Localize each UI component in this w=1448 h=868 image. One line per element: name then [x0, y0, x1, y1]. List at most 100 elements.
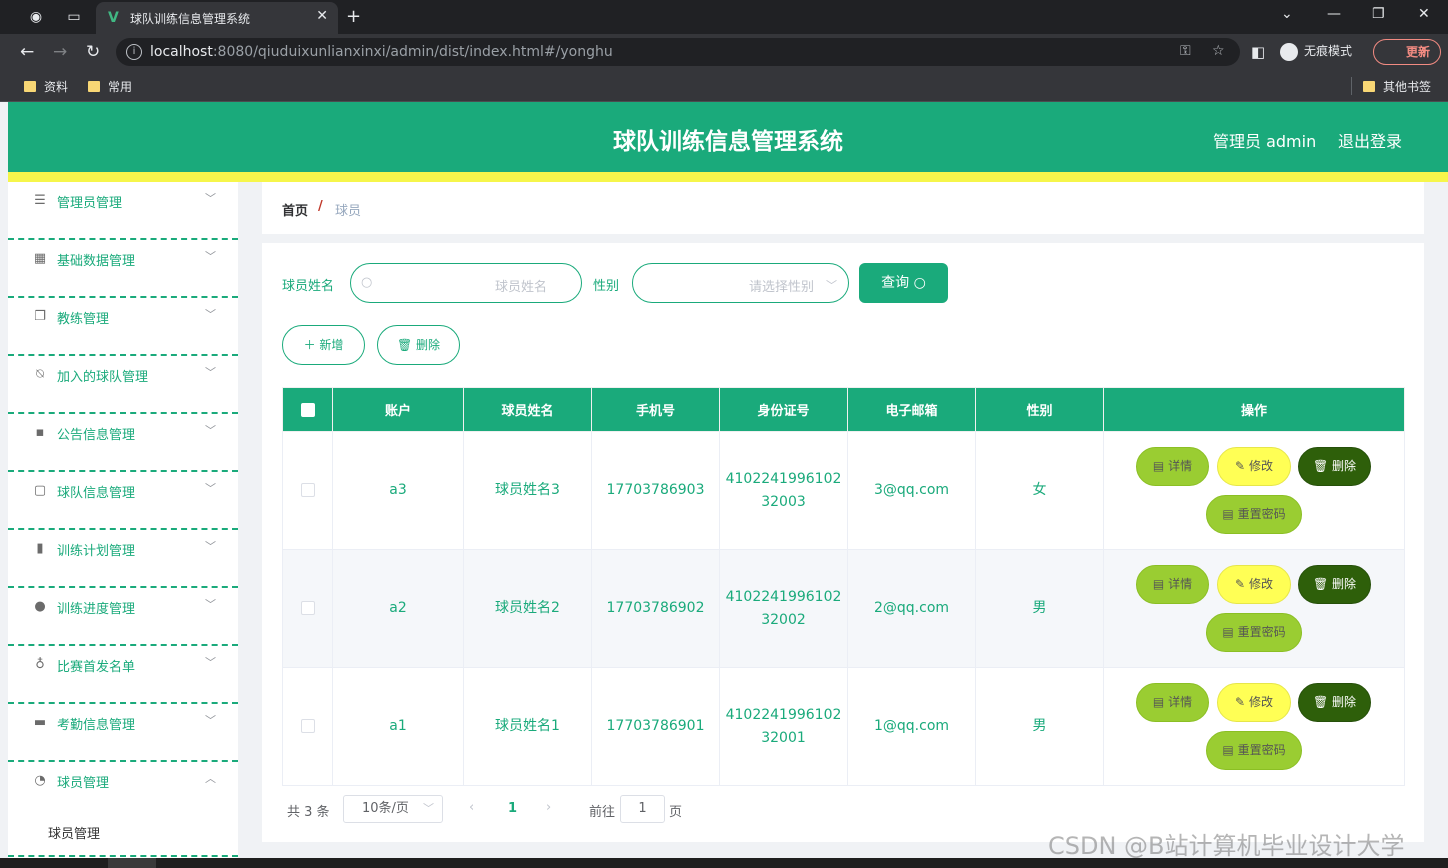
sidebar-item-starting-lineup[interactable]: ♁ 比赛首发名单 ﹀ [8, 646, 238, 704]
document-icon: ▤ [1152, 695, 1165, 709]
detail-button[interactable]: ▤ 详情 [1136, 565, 1209, 604]
player-name-cell: 球员姓名1 [463, 667, 592, 786]
chat-icon: ▢ [33, 483, 47, 498]
sidebar-item-joined-team[interactable]: ⍉ 加入的球队管理 ﹀ [8, 356, 238, 414]
minimize-icon[interactable]: — [1327, 6, 1341, 22]
delete-button[interactable]: 🗑 删除 [1298, 447, 1371, 486]
prev-page-icon[interactable]: ‹ [469, 800, 474, 815]
update-button[interactable]: 更新 ⋮ [1373, 39, 1441, 65]
trash-icon: 🗑 [396, 338, 413, 352]
reset-password-button[interactable]: ▤ 重置密码 [1206, 495, 1302, 534]
search-icon: ○ [913, 275, 926, 291]
chevron-down-icon: ﹀ [826, 279, 837, 292]
phone-cell: 17703786902 [591, 549, 720, 668]
detail-button[interactable]: ▤ 详情 [1136, 683, 1209, 722]
close-window-icon[interactable]: ✕ [1418, 6, 1430, 22]
gender-select[interactable]: 请选择性别 ﹀ [632, 263, 849, 303]
reset-password-button[interactable]: ▤ 重置密码 [1206, 613, 1302, 652]
sidebar-item-training-progress[interactable]: ● 训练进度管理 ﹀ [8, 588, 238, 646]
document-icon: ▤ [1222, 743, 1234, 757]
sidebar-item-team-info[interactable]: ▢ 球队信息管理 ﹀ [8, 472, 238, 530]
globe-icon[interactable]: ◉ [28, 9, 44, 25]
edit-button[interactable]: ✎ 修改 [1217, 683, 1291, 722]
key-icon[interactable]: ⚿ [1180, 43, 1191, 59]
tab-strip-icon[interactable]: ▭ [66, 9, 82, 25]
email-cell: 2@qq.com [847, 549, 976, 668]
back-icon[interactable]: ← [20, 42, 34, 62]
batch-delete-button[interactable]: 🗑 删除 [377, 325, 460, 365]
incognito-indicator[interactable]: 无痕模式 [1280, 42, 1352, 61]
goto-page-input[interactable]: 1 [620, 795, 665, 823]
player-table: 账户 球员姓名 手机号 身份证号 电子邮箱 性别 操作 a3 球员姓名3 177… [282, 387, 1405, 786]
document-icon: ▤ [1222, 625, 1234, 639]
trash-icon: 🗑 [1312, 577, 1329, 591]
column-header: 电子邮箱 [847, 387, 976, 432]
browser-tab-active[interactable]: V 球队训练信息管理系统 ✕ [96, 2, 338, 34]
gender-label: 性别 [593, 279, 620, 294]
header-accent-strip [8, 172, 1448, 182]
sidebar-item-training-plan[interactable]: ▮ 训练计划管理 ﹀ [8, 530, 238, 588]
page-number-current[interactable]: 1 [508, 801, 517, 816]
bookmark-folder-common[interactable]: 常用 [88, 78, 132, 95]
page-size-select[interactable]: 10条/页 ﹀ [343, 795, 443, 823]
column-header: 操作 [1103, 387, 1405, 432]
new-tab-icon[interactable]: + [346, 6, 361, 27]
side-panel-icon[interactable]: ◧ [1251, 42, 1265, 62]
email-cell: 3@qq.com [847, 431, 976, 550]
reset-password-button[interactable]: ▤ 重置密码 [1206, 731, 1302, 770]
logout-link[interactable]: 退出登录 [1338, 128, 1402, 152]
chevron-down-icon: ﹀ [205, 192, 216, 205]
sidebar-item-label: 比赛首发名单 [57, 660, 136, 675]
chevron-down-icon[interactable]: ⌄ [1281, 6, 1293, 22]
sidebar-item-admin[interactable]: ☰ 管理员管理 ﹀ [8, 182, 238, 240]
sidebar-item-label: 公告信息管理 [57, 428, 136, 443]
edit-button[interactable]: ✎ 修改 [1217, 447, 1291, 486]
reload-icon[interactable]: ↻ [86, 42, 100, 62]
os-taskbar [0, 858, 1448, 868]
close-tab-icon[interactable]: ✕ [316, 8, 328, 24]
add-button[interactable]: ＋ 新增 [282, 325, 365, 365]
sidebar-subitem-player[interactable]: 球员管理 [48, 823, 100, 842]
row-checkbox[interactable] [282, 431, 333, 550]
restore-icon[interactable]: ❐ [1372, 6, 1385, 22]
chevron-down-icon: ﹀ [423, 802, 434, 815]
delete-button[interactable]: 🗑 删除 [1298, 565, 1371, 604]
star-icon[interactable]: ☆ [1212, 43, 1225, 59]
breadcrumb-home[interactable]: 首页 [282, 200, 308, 219]
bookmarks-bar: 资料 常用 其他书签 [0, 70, 1448, 102]
url-text: localhost:8080/qiuduixunlianxinxi/admin/… [150, 44, 613, 60]
row-checkbox[interactable] [282, 667, 333, 786]
operations-cell: ▤ 详情 ✎ 修改 🗑 删除 ▤ 重置密码 [1103, 549, 1405, 668]
sidebar-item-attendance[interactable]: ▬ 考勤信息管理 ﹀ [8, 704, 238, 762]
url-field[interactable]: i localhost:8080/qiuduixunlianxinxi/admi… [116, 38, 1240, 66]
column-header: 球员姓名 [463, 387, 592, 432]
id-number-cell: 4102241996102 32001 [719, 667, 848, 786]
current-user-label: 管理员 admin [1213, 132, 1317, 151]
sidebar-item-label: 训练计划管理 [57, 544, 136, 559]
pencil-icon: ✎ [1235, 695, 1246, 709]
select-all-checkbox[interactable] [282, 387, 333, 432]
player-name-label: 球员姓名 [282, 279, 335, 294]
sidebar-item-base-data[interactable]: ▦ 基础数据管理 ﹀ [8, 240, 238, 298]
forward-icon[interactable]: → [53, 42, 67, 62]
delete-button[interactable]: 🗑 删除 [1298, 683, 1371, 722]
trash-icon: 🗑 [1312, 459, 1329, 473]
player-name-search-input[interactable]: ○ 球员姓名 [350, 263, 582, 303]
bookmark-folder-other[interactable]: 其他书签 [1363, 78, 1431, 95]
next-page-icon[interactable]: › [546, 800, 551, 815]
edit-button[interactable]: ✎ 修改 [1217, 565, 1291, 604]
breadcrumb-separator: / [318, 199, 323, 214]
info-icon[interactable]: i [126, 44, 142, 60]
detail-button[interactable]: ▤ 详情 [1136, 447, 1209, 486]
breadcrumb-current: 球员 [335, 204, 362, 219]
sidebar-item-label: 教练管理 [57, 312, 110, 327]
bookmark-folder-materials[interactable]: 资料 [24, 78, 68, 95]
row-checkbox[interactable] [282, 549, 333, 668]
trash-icon: 🗑 [1312, 695, 1329, 709]
taskbar-app[interactable] [108, 858, 156, 868]
sidebar-item-player[interactable]: ◔ 球员管理 ︿ [8, 762, 238, 820]
table-row: a2 球员姓名2 17703786902 4102241996102 32002 … [282, 549, 1405, 668]
query-button[interactable]: 查询 ○ [859, 263, 948, 303]
sidebar-item-coach[interactable]: ❐ 教练管理 ﹀ [8, 298, 238, 356]
sidebar-item-announcement[interactable]: ▪ 公告信息管理 ﹀ [8, 414, 238, 472]
